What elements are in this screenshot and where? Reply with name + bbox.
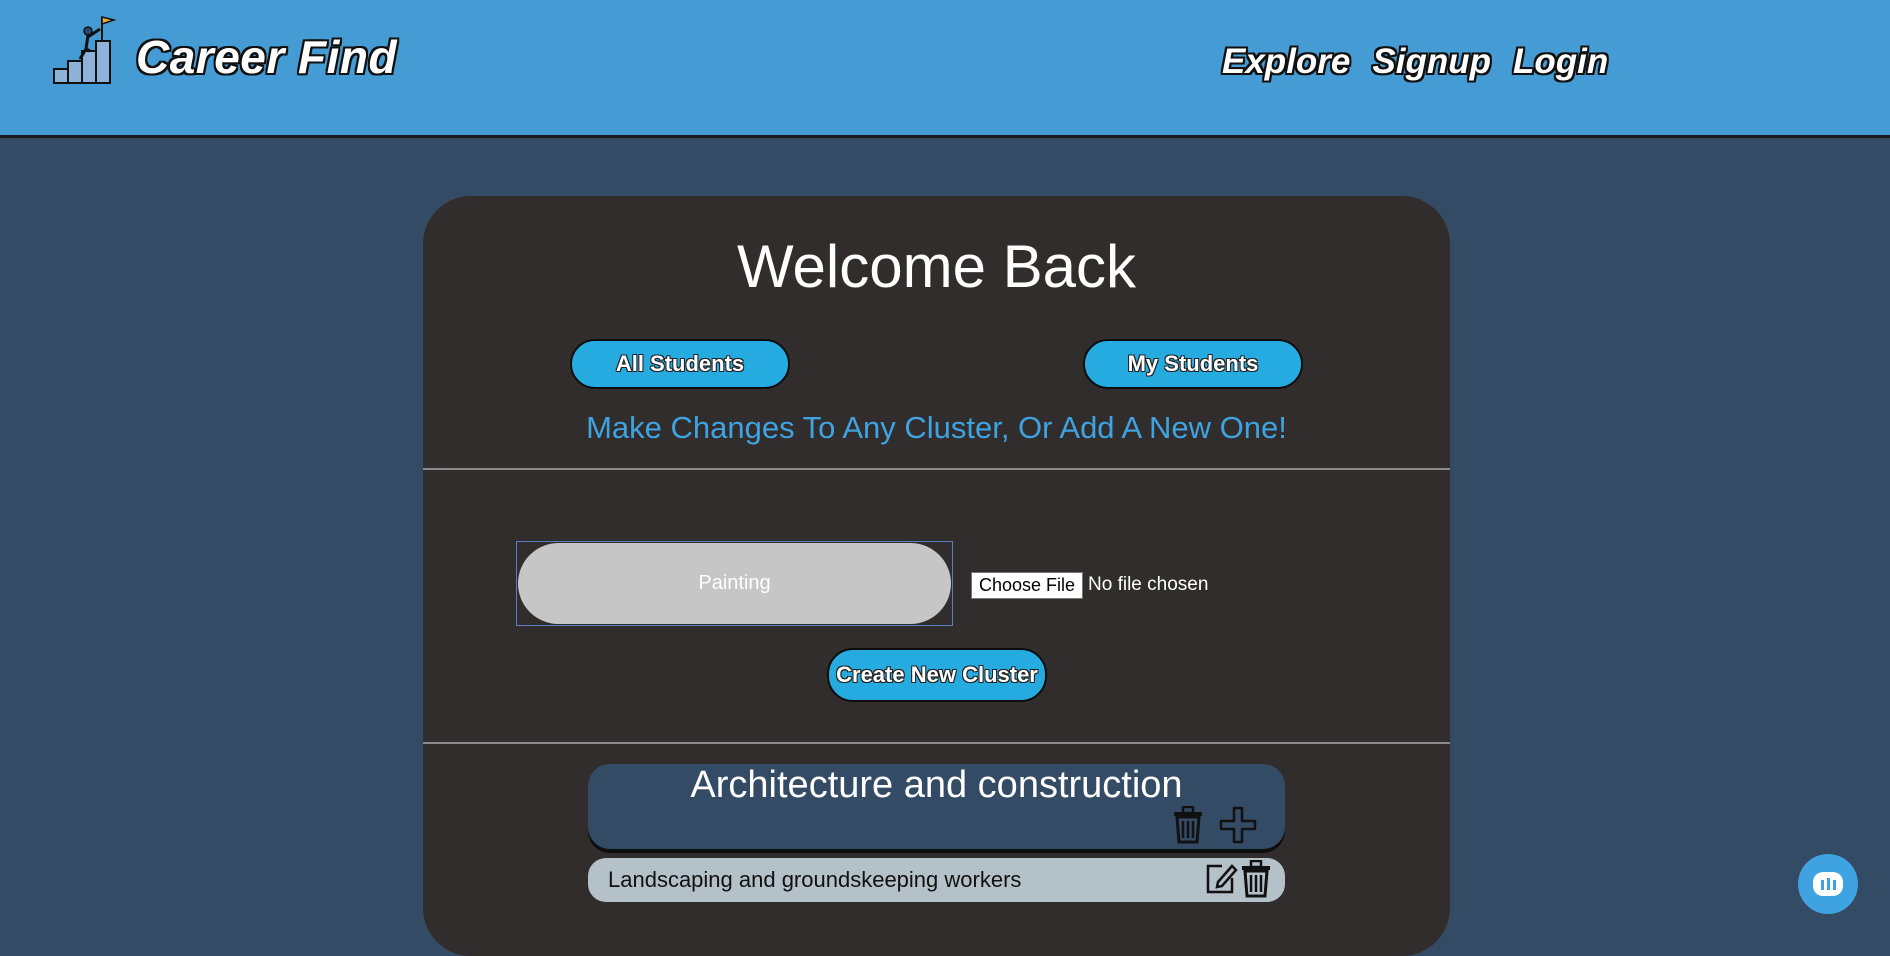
cluster-name-input[interactable] [518,543,951,624]
all-students-button[interactable]: All Students [570,339,790,389]
cluster-instructions: Make Changes To Any Cluster, Or Add A Ne… [586,410,1287,445]
career-row: Landscaping and groundskeeping workers [588,858,1285,902]
brand-name[interactable]: Career Find [136,30,397,84]
edit-icon[interactable] [1204,862,1238,896]
divider [423,468,1450,470]
page-title: Welcome Back [736,233,1137,300]
climber-flag-icon [53,16,117,84]
cluster-header: Architecture and construction [588,764,1285,849]
nav-login[interactable]: Login [1513,42,1608,82]
chat-button[interactable] [1798,854,1858,914]
welcome-card: Welcome Back All Students My Students Ma… [423,196,1450,956]
nav-signup[interactable]: Signup [1372,42,1491,82]
chat-icon [1813,872,1843,896]
my-students-button[interactable]: My Students [1083,339,1303,389]
file-status: No file chosen [1088,574,1209,595]
main-nav: Explore Signup Login [1222,42,1608,82]
career-label: Landscaping and groundskeeping workers [608,867,1022,892]
nav-explore[interactable]: Explore [1222,42,1350,82]
plus-icon[interactable] [1219,806,1257,844]
trash-icon[interactable] [1239,860,1273,898]
cluster-title: Architecture and construction [690,764,1183,806]
choose-file-button[interactable]: Choose File [971,572,1084,599]
cluster-name-focus-ring [516,541,953,626]
header: Career Find Explore Signup Login [0,0,1890,138]
trash-icon[interactable] [1171,806,1205,844]
create-cluster-button[interactable]: Create New Cluster [827,648,1047,702]
divider [423,742,1450,744]
